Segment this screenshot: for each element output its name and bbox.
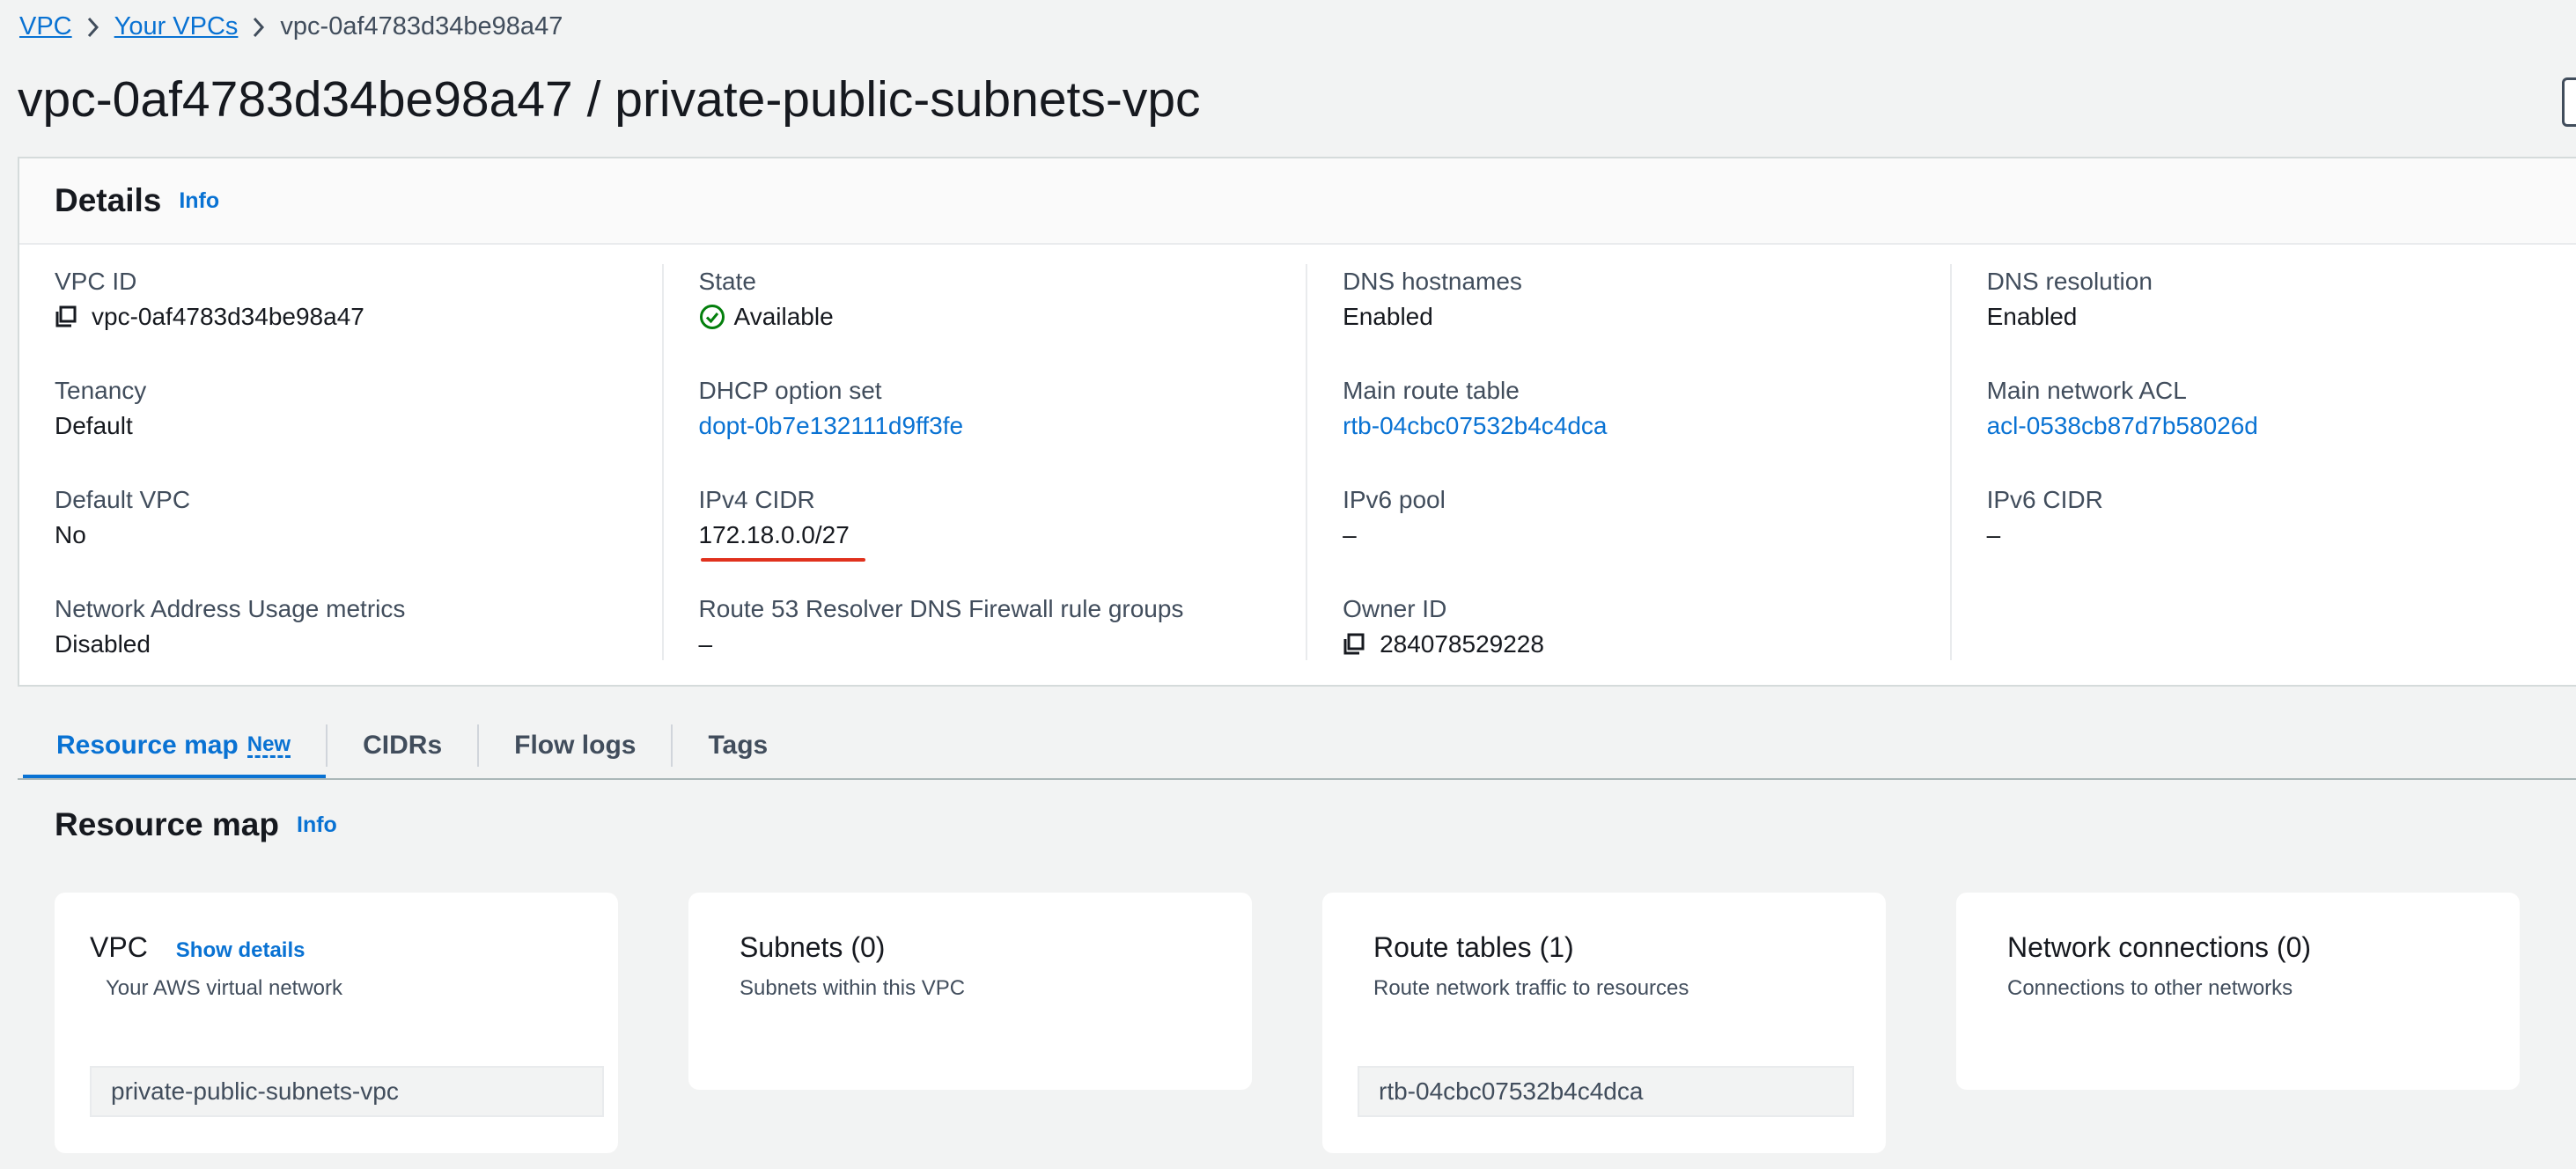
resource-map-info-link[interactable]: Info xyxy=(297,812,337,838)
field-main-network-acl: Main network ACL acl-0538cb87d7b58026d xyxy=(1987,377,2576,482)
new-badge: New xyxy=(247,732,291,758)
route53-firewall-value: – xyxy=(698,630,713,658)
ipv4-cidr-value: 172.18.0.0/27 xyxy=(698,521,866,562)
field-dhcp: DHCP option set dopt-0b7e132111d9ff3fe xyxy=(699,377,1306,482)
copy-icon[interactable] xyxy=(55,305,77,328)
field-vpc-id: VPC ID vpc-0af4783d34be98a47 xyxy=(55,268,662,373)
dns-hostnames-value: Enabled xyxy=(1343,303,1433,330)
field-main-route-table: Main route table rtb-04cbc07532b4c4dca xyxy=(1343,377,1950,482)
chevron-right-icon xyxy=(252,16,266,39)
field-label: DNS hostnames xyxy=(1343,268,1522,295)
vpc-card-title-row: VPC Show details xyxy=(90,931,583,964)
ipv4-cidr-row: 172.18.0.0/27 xyxy=(698,521,1306,562)
tab-resource-map[interactable]: Resource map New xyxy=(23,715,327,780)
state-value: Available xyxy=(733,303,834,330)
field-label: Owner ID xyxy=(1343,595,1447,622)
field-label: DHCP option set xyxy=(698,377,882,404)
status-badge: Available xyxy=(699,303,1306,331)
route-tables-card-subtitle: Route network traffic to resources xyxy=(1373,976,1689,1000)
tenancy-value: Default xyxy=(55,412,133,439)
field-nau-metrics: Network Address Usage metrics Disabled xyxy=(55,595,662,701)
route-tables-card-title: Route tables (1) xyxy=(1373,931,1574,963)
details-column-3: DNS hostnames Enabled Main route table r… xyxy=(1307,264,1952,660)
vpc-chip[interactable]: private-public-subnets-vpc xyxy=(90,1066,604,1117)
field-label: Main network ACL xyxy=(1986,377,2187,404)
field-default-vpc: Default VPC No xyxy=(55,486,662,592)
dns-resolution-value: Enabled xyxy=(1986,303,2078,330)
details-panel: Details Info VPC ID vpc-0af4783d34be98a4… xyxy=(18,157,2576,687)
field-label: IPv6 CIDR xyxy=(1986,486,2103,513)
chevron-right-icon xyxy=(86,16,100,39)
breadcrumb: VPC Your VPCs vpc-0af4783d34be98a47 xyxy=(19,12,563,41)
actions-button[interactable] xyxy=(2562,77,2576,127)
field-label: VPC ID xyxy=(55,268,137,295)
field-ipv4-cidr: IPv4 CIDR 172.18.0.0/27 xyxy=(699,486,1306,592)
page-title: vpc-0af4783d34be98a47 / private-public-s… xyxy=(18,71,1201,128)
field-owner-id: Owner ID 284078529228 xyxy=(1343,595,1950,701)
field-route53-firewall: Route 53 Resolver DNS Firewall rule grou… xyxy=(699,595,1306,701)
resource-map-title: Resource map xyxy=(55,806,279,842)
details-column-1: VPC ID vpc-0af4783d34be98a47 Tenancy Def… xyxy=(19,264,664,660)
route-table-chip[interactable]: rtb-04cbc07532b4c4dca xyxy=(1358,1066,1854,1117)
tab-tags[interactable]: Tags xyxy=(673,715,803,776)
field-label: Tenancy xyxy=(55,377,147,404)
network-connections-card-title: Network connections (0) xyxy=(2007,931,2312,963)
subnets-card-title: Subnets (0) xyxy=(740,931,886,963)
field-dns-resolution: DNS resolution Enabled xyxy=(1987,268,2576,373)
vpc-id-value: vpc-0af4783d34be98a47 xyxy=(92,303,364,330)
tab-label: Resource map xyxy=(56,731,239,760)
network-connections-card: Network connections (0) Connections to o… xyxy=(1956,893,2520,1090)
details-info-link[interactable]: Info xyxy=(179,188,219,214)
main-route-table-link[interactable]: rtb-04cbc07532b4c4dca xyxy=(1343,412,1950,440)
show-details-link[interactable]: Show details xyxy=(176,938,305,963)
owner-id-value: 284078529228 xyxy=(1380,630,1544,658)
field-label: Route 53 Resolver DNS Firewall rule grou… xyxy=(698,595,1184,622)
breadcrumb-your-vpcs-link[interactable]: Your VPCs xyxy=(114,12,239,41)
tab-cidrs[interactable]: CIDRs xyxy=(328,715,477,776)
resource-map-header: Resource map Info xyxy=(55,806,337,843)
field-ipv6-cidr: IPv6 CIDR – xyxy=(1987,486,2576,592)
details-column-4: DNS resolution Enabled Main network ACL … xyxy=(1952,264,2576,660)
breadcrumb-current: vpc-0af4783d34be98a47 xyxy=(280,12,563,40)
field-label: IPv6 pool xyxy=(1343,486,1446,513)
field-label: IPv4 CIDR xyxy=(698,486,815,513)
ipv6-pool-value: – xyxy=(1343,521,1357,548)
field-value: vpc-0af4783d34be98a47 xyxy=(55,303,662,331)
field-label: Network Address Usage metrics xyxy=(55,595,406,622)
ipv6-cidr-value: – xyxy=(1986,521,2001,548)
details-column-2: State Available DHCP option set dopt-0b7… xyxy=(664,264,1308,660)
field-state: State Available xyxy=(699,268,1306,373)
field-ipv6-pool: IPv6 pool – xyxy=(1343,486,1950,592)
check-circle-icon xyxy=(699,305,725,329)
details-title: Details xyxy=(55,182,162,218)
field-tenancy: Tenancy Default xyxy=(55,377,662,482)
field-label: State xyxy=(698,268,756,295)
nau-metrics-value: Disabled xyxy=(55,630,151,658)
dhcp-option-set-link[interactable]: dopt-0b7e132111d9ff3fe xyxy=(699,412,1306,440)
field-dns-hostnames: DNS hostnames Enabled xyxy=(1343,268,1950,373)
field-label: DNS resolution xyxy=(1986,268,2153,295)
network-connections-card-subtitle: Connections to other networks xyxy=(2007,976,2293,1000)
breadcrumb-vpc-link[interactable]: VPC xyxy=(19,12,72,41)
details-header: Details Info xyxy=(19,158,2576,245)
main-network-acl-link[interactable]: acl-0538cb87d7b58026d xyxy=(1987,412,2576,440)
field-label: Default VPC xyxy=(55,486,191,513)
tabs-divider-line xyxy=(18,778,2576,780)
subnets-card: Subnets (0) Subnets within this VPC xyxy=(688,893,1252,1090)
tab-flow-logs[interactable]: Flow logs xyxy=(479,715,671,776)
vpc-card-subtitle: Your AWS virtual network xyxy=(106,976,343,1000)
route-tables-card: Route tables (1) Route network traffic t… xyxy=(1322,893,1886,1153)
subnets-card-subtitle: Subnets within this VPC xyxy=(740,976,966,1000)
field-value: 284078529228 xyxy=(1343,630,1950,658)
default-vpc-value: No xyxy=(55,521,86,548)
field-label: Main route table xyxy=(1343,377,1520,404)
vpc-card: VPC Show details Your AWS virtual networ… xyxy=(55,893,618,1153)
details-grid: VPC ID vpc-0af4783d34be98a47 Tenancy Def… xyxy=(19,264,2576,660)
tab-bar: Resource map New CIDRs Flow logs Tags xyxy=(23,715,803,780)
copy-icon[interactable] xyxy=(1343,633,1365,656)
vpc-card-title: VPC xyxy=(90,931,148,963)
